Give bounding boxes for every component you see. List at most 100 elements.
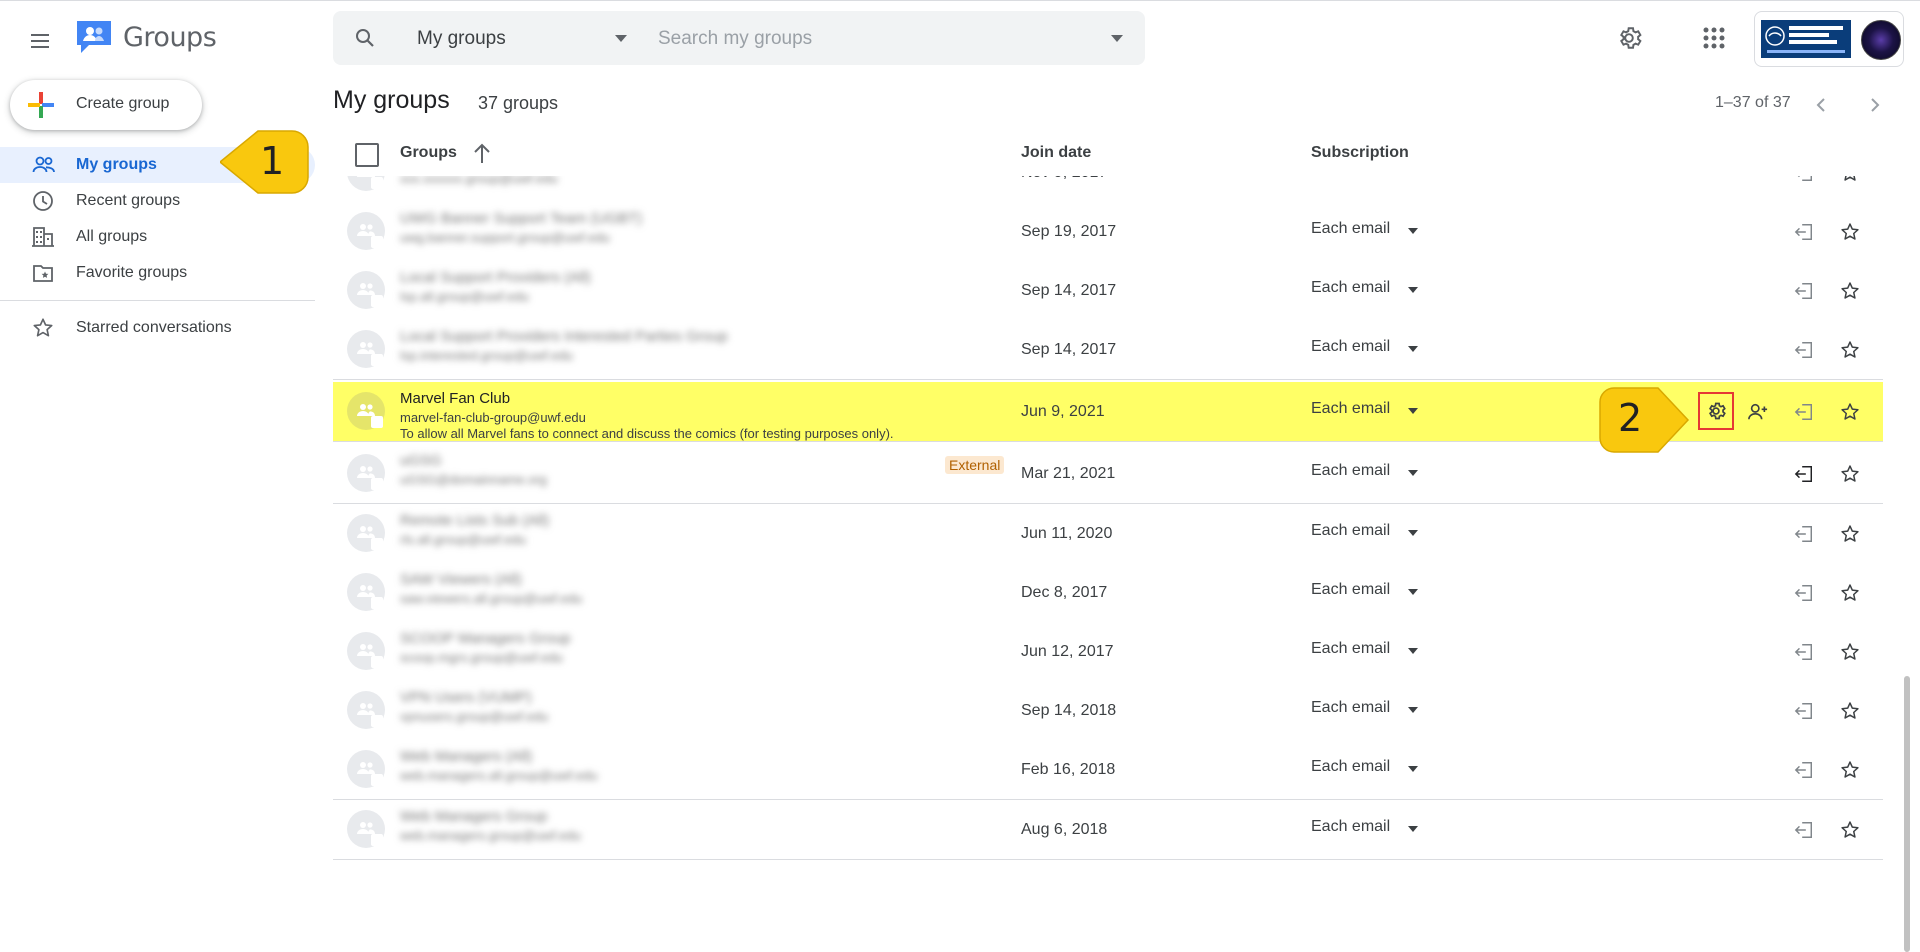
subscription-select[interactable]: Each email (1311, 516, 1441, 546)
group-name[interactable]: UWG Banner Support Team (UGBT) (400, 210, 642, 227)
favorite-star-button[interactable] (1836, 579, 1864, 607)
group-settings-button[interactable] (1698, 392, 1734, 430)
table-row[interactable]: UWG Banner Support Team (UGBT) uwg.banner… (333, 202, 1883, 262)
subscription-select[interactable]: Each email (1311, 693, 1441, 723)
chevron-left-icon (1816, 98, 1825, 112)
favorite-star-button[interactable] (1836, 697, 1864, 725)
favorite-star-button[interactable] (1836, 336, 1864, 364)
table-row[interactable]: SAW Viewers (All) saw.viewers.all.group@u… (333, 563, 1883, 623)
group-avatar (347, 392, 385, 430)
leave-group-button[interactable] (1790, 277, 1818, 305)
favorite-star-button[interactable] (1836, 277, 1864, 305)
group-name[interactable]: VPN Users (VUMP) (400, 689, 532, 706)
favorite-star-button[interactable] (1836, 756, 1864, 784)
groups-logo[interactable]: Groups (75, 19, 217, 55)
apps-button[interactable] (1696, 20, 1732, 56)
group-name[interactable]: SAW Viewers (All) (400, 571, 522, 588)
group-name[interactable]: uGSG (400, 452, 442, 469)
leave-group-button[interactable] (1790, 816, 1818, 844)
leave-group-button[interactable] (1790, 398, 1818, 426)
favorite-star-button[interactable] (1836, 638, 1864, 666)
favorite-star-button[interactable] (1836, 218, 1864, 246)
group-name[interactable]: Marvel Fan Club (400, 390, 510, 407)
group-name[interactable]: SCOOP Managers Group (400, 630, 571, 647)
favorite-star-button[interactable] (1836, 520, 1864, 548)
leave-group-icon (1794, 762, 1812, 778)
create-group-button[interactable]: Create group (10, 80, 202, 130)
search-options-arrow-icon[interactable] (1111, 35, 1123, 42)
dropdown-arrow-icon (1408, 707, 1418, 713)
subscription-select[interactable]: Each email (1311, 394, 1441, 424)
sidebar-item-all-groups[interactable]: All groups (0, 219, 315, 255)
scrollbar[interactable] (1904, 676, 1910, 952)
favorite-star-button[interactable] (1836, 460, 1864, 488)
subscription-select[interactable]: Each email (1311, 332, 1441, 362)
table-row[interactable]: Web Managers Group web.managers.group@uwf… (333, 800, 1883, 860)
leave-group-button[interactable] (1790, 176, 1818, 187)
table-row[interactable]: SCOOP Managers Group scoop.mgrs.group@uwf… (333, 622, 1883, 682)
search-scope-select[interactable]: My groups (417, 23, 627, 53)
main-menu-button[interactable] (22, 23, 58, 59)
sidebar-item-favorite-groups[interactable]: Favorite groups (0, 255, 315, 291)
search-input[interactable] (656, 22, 1080, 56)
subscription-value: Each email (1311, 338, 1391, 355)
group-avatar (347, 212, 385, 250)
sidebar-divider (0, 300, 315, 301)
sidebar-item-label: My groups (76, 156, 157, 173)
dropdown-arrow-icon (1408, 648, 1418, 654)
table-row[interactable]: Local Support Providers Interested Parti… (333, 320, 1883, 380)
leave-group-button[interactable] (1790, 218, 1818, 246)
table-row[interactable]: VPN Users (VUMP) vpnusers.group@uwf.edu Se… (333, 681, 1883, 741)
group-email: web.managers.group@uwf.edu (400, 828, 581, 843)
group-description: To allow all Marvel fans to connect and … (400, 426, 894, 441)
group-name[interactable]: Local Support Providers (All) (400, 269, 591, 286)
leave-group-button[interactable] (1790, 336, 1818, 364)
sidebar-item-starred-conversations[interactable]: Starred conversations (0, 310, 315, 346)
favorite-star-button[interactable] (1836, 176, 1864, 187)
subscription-select[interactable]: Each email (1311, 752, 1441, 782)
column-header-subscription[interactable]: Subscription (1311, 144, 1409, 162)
star-icon (1841, 341, 1859, 358)
group-email: vpnusers.group@uwf.edu (400, 709, 549, 724)
group-name[interactable]: Remote Lists Sub (All) (400, 512, 549, 529)
leave-group-button[interactable] (1790, 756, 1818, 784)
table-row[interactable]: Remote Lists Sub (All) rls.all.group@uwf.… (333, 504, 1883, 564)
subscription-select[interactable]: Each email (1311, 812, 1441, 842)
leave-group-button[interactable] (1790, 460, 1818, 488)
column-header-join-date[interactable]: Join date (1021, 144, 1091, 162)
leave-group-button[interactable] (1790, 579, 1818, 607)
next-page-button[interactable] (1862, 92, 1888, 118)
table-header: Groups Join date Subscription (333, 135, 1883, 178)
column-header-groups[interactable]: Groups (400, 144, 457, 162)
subscription-select[interactable]: Each email (1311, 214, 1441, 244)
group-avatar-icon (357, 526, 375, 538)
select-all-checkbox[interactable] (355, 143, 379, 167)
leave-group-button[interactable] (1790, 520, 1818, 548)
subscription-select[interactable]: Each email (1311, 456, 1441, 486)
group-name[interactable]: Local Support Providers Interested Parti… (400, 328, 728, 345)
previous-page-button[interactable] (1808, 92, 1834, 118)
star-icon (1841, 465, 1859, 482)
favorite-star-button[interactable] (1836, 398, 1864, 426)
star-icon (33, 318, 53, 337)
table-row[interactable]: xxx.xxxxxx.group@uwf.edu Nov 9, 2017 (333, 176, 1883, 203)
subscription-select[interactable]: Each email (1311, 273, 1441, 303)
table-row[interactable]: Web Managers (All) web.managers.all.group… (333, 740, 1883, 800)
leave-group-button[interactable] (1790, 697, 1818, 725)
group-name[interactable]: Web Managers (All) (400, 748, 532, 765)
leave-group-button[interactable] (1790, 638, 1818, 666)
favorite-star-button[interactable] (1836, 816, 1864, 844)
add-members-button[interactable] (1744, 398, 1772, 426)
group-name[interactable]: Web Managers Group (400, 808, 547, 825)
group-email: saw.viewers.all.group@uwf.edu (400, 591, 583, 606)
search-icon[interactable] (353, 26, 377, 50)
subscription-select[interactable]: Each email (1311, 634, 1441, 664)
table-row[interactable]: Local Support Providers (All) lsp.all.gro… (333, 261, 1883, 321)
subscription-select[interactable]: Each email (1311, 575, 1441, 605)
group-avatar (347, 454, 385, 492)
pagination-range: 1–37 of 37 (1715, 94, 1791, 111)
settings-button[interactable] (1611, 20, 1647, 56)
join-date: Jun 11, 2020 (1021, 525, 1113, 542)
account-switcher[interactable] (1754, 11, 1904, 67)
sort-ascending-icon[interactable] (471, 141, 493, 165)
